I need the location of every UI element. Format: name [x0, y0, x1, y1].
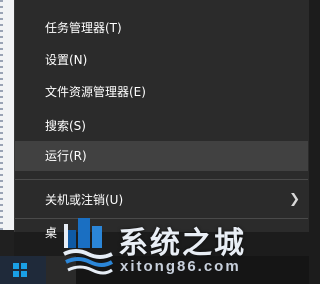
menu-item-label: 运行(R) [45, 149, 87, 163]
chevron-right-icon: ❯ [289, 192, 300, 207]
menu-item-label: 关机或注销(U) [45, 193, 124, 207]
menu-item-settings[interactable]: 设置(N) [15, 45, 308, 75]
menu-item-label: 搜索(S) [45, 119, 86, 133]
menu-item-label: 文件资源管理器(E) [45, 85, 146, 99]
menu-item-label: 设置(N) [45, 53, 88, 67]
desktop-edge [0, 0, 14, 284]
watermark: 系统之城 xitong86.com [62, 214, 302, 282]
city-logo-icon [63, 218, 114, 275]
menu-item-desktop-partial[interactable]: 桌 [45, 224, 57, 241]
menu-item-shutdown[interactable]: 关机或注销(U) ❯ [15, 185, 308, 215]
menu-item-label: 任务管理器(T) [45, 21, 122, 35]
menu-separator [15, 179, 308, 180]
menu-item-task-manager[interactable]: 任务管理器(T) [15, 13, 308, 43]
start-context-menu: 任务管理器(T) 设置(N) 文件资源管理器(E) 搜索(S) 运行(R) 关机… [14, 0, 309, 240]
desktop-pattern [0, 0, 3, 230]
menu-item-search[interactable]: 搜索(S) [15, 111, 308, 141]
watermark-domain: xitong86.com [120, 258, 241, 275]
windows-logo-icon [13, 263, 27, 277]
watermark-title: 系统之城 [118, 226, 246, 261]
menu-item-run[interactable]: 运行(R) [15, 141, 308, 171]
start-button[interactable] [0, 256, 46, 284]
menu-item-file-explorer[interactable]: 文件资源管理器(E) [15, 77, 308, 107]
